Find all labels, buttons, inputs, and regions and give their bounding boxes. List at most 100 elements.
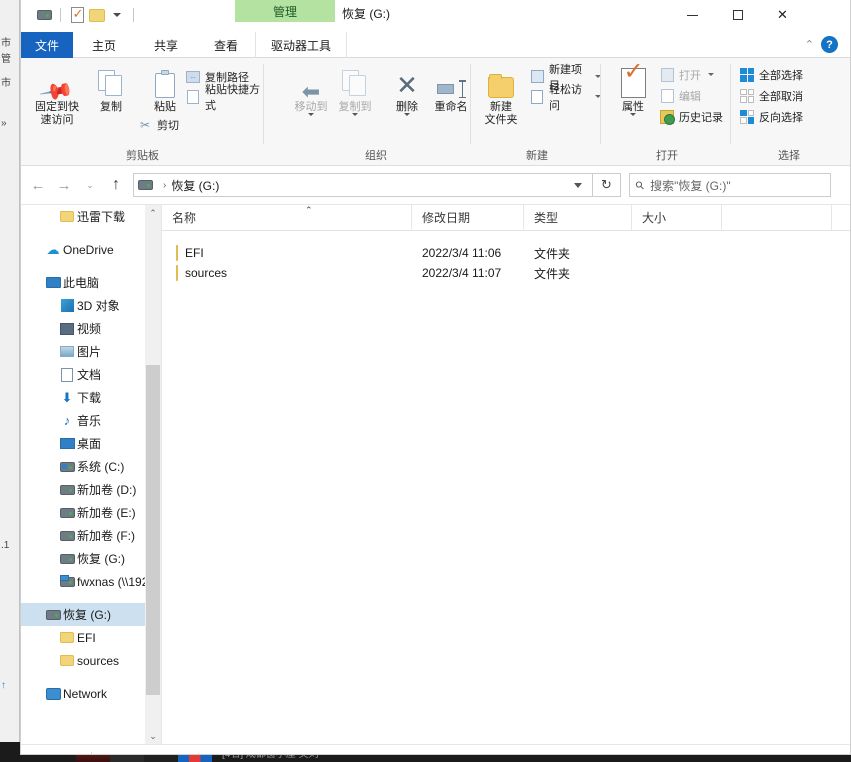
- scrollbar-thumb[interactable]: [146, 365, 160, 695]
- ribbon-group-organize: ⬅ 移动到 复制到 ✕ 删除 重命名 组织: [281, 58, 471, 166]
- easy-access-button[interactable]: 轻松访问: [529, 84, 601, 112]
- music-icon: ♪: [63, 413, 71, 428]
- bg-strip-text: ↑: [1, 680, 6, 691]
- copy-button[interactable]: 复制: [83, 64, 139, 114]
- sidebar-item-drive-g[interactable]: 恢复 (G:): [21, 547, 161, 570]
- chevron-down-icon[interactable]: [630, 113, 636, 116]
- sidebar-item-videos[interactable]: 视频: [21, 317, 161, 340]
- sidebar-item-drive-f[interactable]: 新加卷 (F:): [21, 524, 161, 547]
- file-name: EFI: [185, 246, 204, 260]
- file-modified: 2022/3/4 11:06: [422, 246, 502, 260]
- sidebar-item-sources[interactable]: sources: [21, 649, 161, 672]
- column-header-modified[interactable]: 修改日期: [412, 204, 524, 231]
- sidebar-item-network[interactable]: Network: [21, 682, 161, 705]
- content-area: 迅雷下载 ☁ OneDrive 此电脑 3D 对象 视频 图片 文档 ⬇ 下载 …: [21, 204, 850, 745]
- column-header-type[interactable]: 类型: [524, 204, 632, 231]
- drive-icon: [57, 530, 77, 541]
- address-input[interactable]: › 恢复 (G:): [133, 173, 593, 197]
- maximize-button[interactable]: [715, 0, 760, 30]
- select-all-icon: [739, 67, 755, 83]
- edit-button[interactable]: 编辑: [659, 86, 701, 105]
- sidebar-item-downloads[interactable]: ⬇ 下载: [21, 386, 161, 409]
- minimize-button[interactable]: [670, 0, 715, 30]
- sidebar-item-music[interactable]: ♪ 音乐: [21, 409, 161, 432]
- chevron-down-icon[interactable]: [352, 113, 358, 116]
- search-placeholder: 搜索"恢复 (G:)": [650, 178, 731, 193]
- sidebar-item-label: 文档: [77, 368, 102, 382]
- history-button[interactable]: 历史记录: [659, 107, 723, 126]
- sidebar-item-fwxnas[interactable]: fwxnas (\\192.1: [21, 570, 161, 593]
- new-folder-icon[interactable]: [87, 5, 107, 25]
- file-type: 文件夹: [534, 246, 571, 261]
- column-header-name[interactable]: 名称: [162, 204, 412, 231]
- sidebar-item-xunlei-downloads[interactable]: 迅雷下载: [21, 205, 161, 228]
- file-name: sources: [185, 266, 228, 280]
- tab-drive-tools[interactable]: 驱动器工具: [255, 32, 347, 58]
- column-header-size[interactable]: 大小: [632, 204, 722, 231]
- refresh-button[interactable]: ↻: [593, 173, 621, 197]
- file-type: 文件夹: [534, 266, 571, 281]
- chevron-down-icon[interactable]: [404, 113, 410, 116]
- background-window-strip[interactable]: 市 管 市 » .1 ↑: [0, 0, 20, 745]
- search-input[interactable]: ⚲ 搜索"恢复 (G:)": [629, 173, 831, 197]
- select-none-button[interactable]: 全部取消: [739, 86, 803, 105]
- open-button[interactable]: 打开: [659, 65, 714, 84]
- close-button[interactable]: ✕: [760, 0, 805, 30]
- tab-home[interactable]: 主页: [73, 32, 135, 58]
- up-button[interactable]: ↑: [103, 172, 129, 198]
- help-icon[interactable]: ?: [821, 36, 838, 53]
- sidebar-item-documents[interactable]: 文档: [21, 363, 161, 386]
- button-label: 反向选择: [759, 111, 803, 124]
- customize-qat-caret-icon[interactable]: [107, 5, 127, 25]
- paste-shortcut-button[interactable]: 粘贴快捷方式: [185, 84, 264, 112]
- table-row[interactable]: sources 2022/3/4 11:07 文件夹: [162, 263, 850, 283]
- chevron-down-icon[interactable]: [308, 113, 314, 116]
- tab-share[interactable]: 共享: [135, 32, 197, 58]
- new-folder-icon: [473, 64, 529, 98]
- scroll-down-icon[interactable]: ⌄: [145, 728, 161, 745]
- collapse-ribbon-icon[interactable]: ⌃: [805, 38, 814, 51]
- sidebar-item-drive-e[interactable]: 新加卷 (E:): [21, 501, 161, 524]
- sidebar-item-this-pc[interactable]: 此电脑: [21, 271, 161, 294]
- system-drive-icon: [57, 461, 77, 472]
- sidebar-item-efi[interactable]: EFI: [21, 626, 161, 649]
- sidebar-item-label: 桌面: [77, 437, 102, 451]
- sidebar-item-system-c[interactable]: 系统 (C:): [21, 455, 161, 478]
- scroll-up-icon[interactable]: ⌃: [145, 205, 161, 222]
- network-icon: [43, 687, 63, 700]
- drive-icon: [138, 180, 153, 190]
- properties-icon[interactable]: [67, 5, 87, 25]
- sidebar-item-drive-d[interactable]: 新加卷 (D:): [21, 478, 161, 501]
- properties-button[interactable]: 属性: [605, 64, 661, 116]
- sidebar-item-3d-objects[interactable]: 3D 对象: [21, 294, 161, 317]
- divider: [133, 8, 134, 22]
- sidebar-item-label: 系统 (C:): [77, 460, 125, 474]
- sidebar-item-recovery-g-selected[interactable]: 恢复 (G:): [21, 603, 161, 626]
- button-label: 复制: [100, 101, 122, 113]
- cut-button[interactable]: ✂ 剪切: [137, 115, 179, 134]
- forward-button[interactable]: →: [51, 172, 77, 198]
- copy-to-button[interactable]: 复制到: [327, 64, 383, 116]
- select-all-button[interactable]: 全部选择: [739, 65, 803, 84]
- file-list-pane[interactable]: 名称 修改日期 类型 大小 ⌃ EFI 2022/3/4 11:06 文件夹 s…: [161, 204, 850, 744]
- sidebar-item-desktop[interactable]: 桌面: [21, 432, 161, 455]
- table-row[interactable]: EFI 2022/3/4 11:06 文件夹: [162, 243, 850, 263]
- navigation-scrollbar[interactable]: ⌃ ⌄: [145, 205, 161, 745]
- navigation-pane[interactable]: 迅雷下载 ☁ OneDrive 此电脑 3D 对象 视频 图片 文档 ⬇ 下载 …: [21, 205, 161, 745]
- new-folder-button[interactable]: 新建 文件夹: [473, 64, 529, 127]
- column-header-extra[interactable]: [722, 204, 832, 231]
- pin-to-quick-access-button[interactable]: 📌 固定到快 速访问: [29, 64, 85, 127]
- drive-icon[interactable]: [34, 5, 54, 25]
- chevron-down-icon[interactable]: [574, 182, 582, 188]
- sidebar-item-onedrive[interactable]: ☁ OneDrive: [21, 238, 161, 261]
- chevron-down-icon[interactable]: [708, 73, 714, 76]
- back-button[interactable]: ←: [25, 172, 51, 198]
- recent-locations-icon[interactable]: ⌄: [77, 172, 103, 198]
- window-title: 恢复 (G:): [342, 7, 390, 21]
- tab-view[interactable]: 查看: [197, 32, 255, 58]
- invert-selection-button[interactable]: 反向选择: [739, 107, 803, 126]
- tab-file[interactable]: 文件: [21, 32, 73, 58]
- sidebar-item-pictures[interactable]: 图片: [21, 340, 161, 363]
- button-label: 粘贴快捷方式: [205, 83, 260, 112]
